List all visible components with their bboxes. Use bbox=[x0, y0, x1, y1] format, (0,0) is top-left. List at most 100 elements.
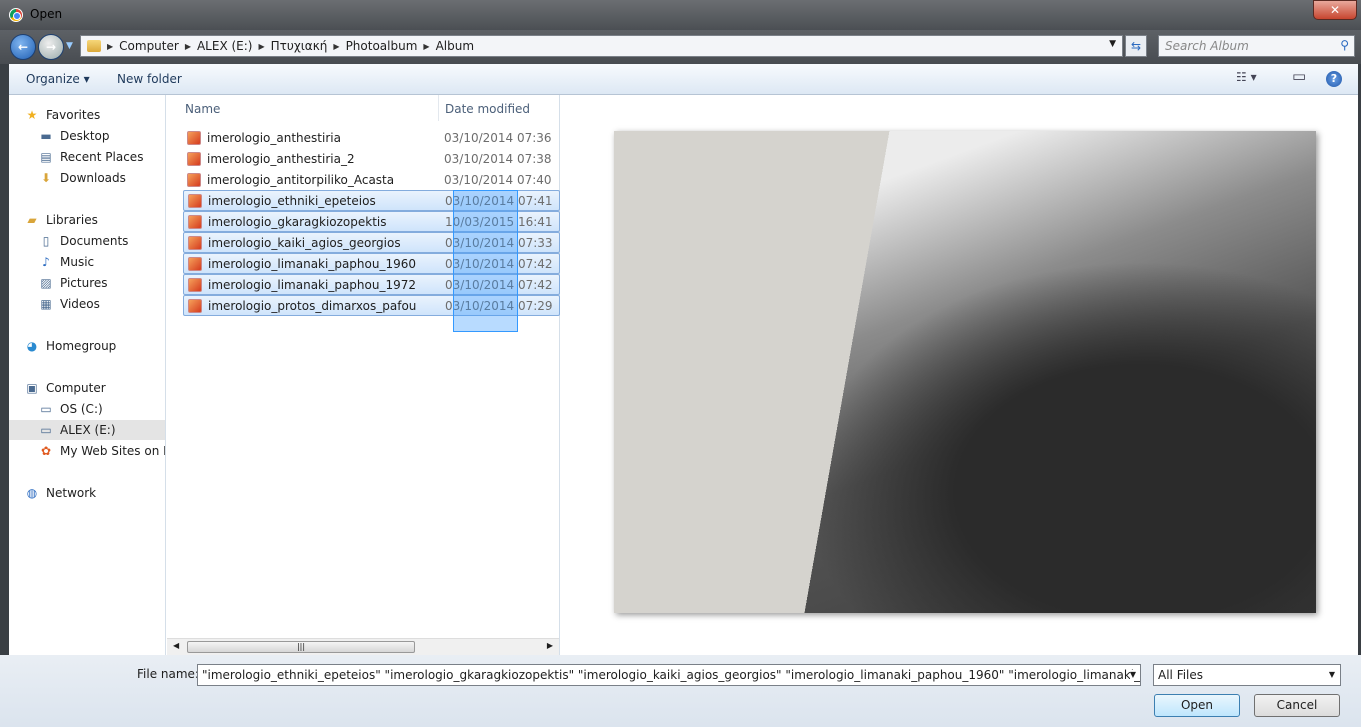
sidebar-item-label: OS (C:) bbox=[60, 402, 103, 416]
sidebar-item-label: Downloads bbox=[60, 171, 126, 185]
sidebar-item-homegroup[interactable]: ◕ Homegroup bbox=[24, 336, 117, 356]
library-icon: ▰ bbox=[27, 213, 37, 227]
sidebar-item-os-c[interactable]: ▭ OS (C:) bbox=[38, 399, 103, 419]
recent-pages-dropdown[interactable]: ▼ bbox=[66, 41, 73, 51]
image-file-icon bbox=[188, 256, 202, 271]
sidebar-item-computer[interactable]: ▣ Computer bbox=[24, 378, 106, 398]
search-icon[interactable]: ⚲ bbox=[1340, 38, 1349, 52]
drive-icon: ▭ bbox=[40, 402, 52, 416]
title-bar: Open ✕ bbox=[0, 0, 1361, 30]
search-input[interactable]: Search Album ⚲ bbox=[1158, 35, 1355, 57]
file-name: imerologio_gkaragkiozopektis bbox=[208, 214, 387, 229]
sidebar-item-downloads[interactable]: ⬇ Downloads bbox=[38, 168, 126, 188]
image-file-icon bbox=[188, 214, 202, 229]
forward-button[interactable]: → bbox=[38, 34, 64, 60]
image-file-icon bbox=[188, 235, 202, 250]
chevron-down-icon[interactable]: ▼ bbox=[1109, 39, 1116, 49]
footer: File name: "imerologio_ethniki_epeteios"… bbox=[0, 655, 1361, 727]
sidebar-item-label: Favorites bbox=[46, 108, 101, 122]
chrome-icon bbox=[9, 8, 23, 22]
sidebar-item-videos[interactable]: ▦ Videos bbox=[38, 294, 100, 314]
file-row[interactable]: imerologio_antitorpiliko_Acasta 03/10/201… bbox=[183, 169, 560, 190]
back-button[interactable]: ← bbox=[10, 34, 36, 60]
music-icon: ♪ bbox=[42, 255, 50, 269]
sidebar-item-label: My Web Sites on MSN bbox=[60, 444, 165, 458]
documents-icon: ▯ bbox=[42, 234, 50, 248]
folder-icon bbox=[87, 40, 101, 52]
organize-button[interactable]: Organize ▾ bbox=[26, 72, 90, 86]
window-title: Open bbox=[30, 7, 63, 21]
view-options-icon[interactable]: ☷ ▾ bbox=[1236, 70, 1257, 84]
sidebar-item-label: Documents bbox=[60, 234, 129, 248]
sidebar-item-libraries[interactable]: ▰ Libraries bbox=[24, 210, 97, 230]
sidebar-item-recent-places[interactable]: ▤ Recent Places bbox=[38, 147, 143, 167]
refresh-button[interactable]: ⇆ bbox=[1125, 35, 1147, 57]
sidebar-item-label: Music bbox=[60, 255, 95, 269]
homegroup-icon: ◕ bbox=[26, 339, 38, 353]
file-name: imerologio_kaiki_agios_georgios bbox=[208, 235, 401, 250]
open-button[interactable]: Open bbox=[1154, 694, 1240, 717]
sidebar-item-label: Computer bbox=[46, 381, 106, 395]
file-name: imerologio_limanaki_paphou_1960 bbox=[208, 256, 417, 271]
breadcrumb-computer[interactable]: Computer bbox=[119, 39, 179, 53]
help-icon[interactable]: ? bbox=[1326, 71, 1342, 87]
image-file-icon bbox=[188, 193, 202, 208]
image-file-icon bbox=[187, 151, 201, 166]
file-date: 03/10/2014 07:40 bbox=[444, 172, 552, 187]
column-date-modified[interactable]: Date modified bbox=[439, 95, 530, 121]
file-date: 03/10/2014 07:38 bbox=[444, 151, 552, 166]
computer-icon: ▣ bbox=[26, 381, 38, 395]
file-row[interactable]: imerologio_anthestiria 03/10/2014 07:36 bbox=[183, 127, 560, 148]
chevron-down-icon[interactable]: ▼ bbox=[1129, 670, 1136, 679]
selection-marquee bbox=[453, 190, 518, 332]
file-name-input[interactable]: "imerologio_ethniki_epeteios" "imerologi… bbox=[197, 664, 1141, 686]
breadcrumb-ptyxiaki[interactable]: Πτυχιακή bbox=[271, 39, 328, 53]
breadcrumb-photoalbum[interactable]: Photoalbum bbox=[346, 39, 418, 53]
desktop-icon: ▬ bbox=[40, 129, 52, 143]
msn-icon: ✿ bbox=[40, 444, 52, 458]
star-icon: ★ bbox=[26, 108, 38, 122]
sidebar-item-desktop[interactable]: ▬ Desktop bbox=[38, 126, 110, 146]
file-row[interactable]: imerologio_anthestiria_2 03/10/2014 07:38 bbox=[183, 148, 560, 169]
file-date: 03/10/2014 07:36 bbox=[444, 130, 552, 145]
recent-icon: ▤ bbox=[40, 150, 52, 164]
drive-icon: ▭ bbox=[40, 423, 52, 437]
file-name: imerologio_anthestiria bbox=[207, 130, 341, 145]
sidebar-item-alex-e[interactable]: ▭ ALEX (E:) bbox=[9, 420, 165, 440]
address-bar[interactable]: ▶ Computer ▶ ALEX (E:) ▶ Πτυχιακή ▶ Photoalb… bbox=[80, 35, 1123, 57]
toolbar: Organize ▾ New folder ☷ ▾ ▭ ? bbox=[9, 64, 1358, 95]
sidebar-item-favorites[interactable]: ★ Favorites bbox=[24, 105, 101, 125]
cancel-button[interactable]: Cancel bbox=[1254, 694, 1340, 717]
sidebar-item-documents[interactable]: ▯ Documents bbox=[38, 231, 129, 251]
file-type-select[interactable]: All Files ▼ bbox=[1153, 664, 1341, 686]
pictures-icon: ▨ bbox=[40, 276, 52, 290]
sidebar-item-label: Videos bbox=[60, 297, 100, 311]
downloads-icon: ⬇ bbox=[40, 171, 52, 185]
file-list: Name Date modified imerologio_anthestiri… bbox=[167, 95, 560, 655]
breadcrumb-album[interactable]: Album bbox=[436, 39, 474, 53]
sidebar-item-network[interactable]: ◍ Network bbox=[24, 483, 96, 503]
sidebar-item-my-web-sites-on-msn[interactable]: ✿ My Web Sites on MSN bbox=[38, 441, 165, 461]
column-name[interactable]: Name bbox=[167, 95, 439, 121]
sidebar-item-label: Desktop bbox=[60, 129, 110, 143]
network-icon: ◍ bbox=[26, 486, 38, 500]
sidebar-item-label: ALEX (E:) bbox=[60, 423, 116, 437]
preview-image bbox=[614, 131, 1316, 613]
sidebar-item-label: Pictures bbox=[60, 276, 108, 290]
breadcrumb-drive[interactable]: ALEX (E:) bbox=[197, 39, 253, 53]
sidebar-item-label: Network bbox=[46, 486, 97, 500]
sidebar-item-pictures[interactable]: ▨ Pictures bbox=[38, 273, 108, 293]
close-button[interactable]: ✕ bbox=[1313, 0, 1357, 20]
image-file-icon bbox=[187, 130, 201, 145]
horizontal-scrollbar[interactable]: ◀ ||| ▶ bbox=[167, 638, 559, 655]
image-file-icon bbox=[187, 172, 201, 187]
file-name: imerologio_protos_dimarxos_pafou bbox=[208, 298, 417, 313]
sidebar-item-label: Homegroup bbox=[46, 339, 117, 353]
file-name: imerologio_ethniki_epeteios bbox=[208, 193, 376, 208]
preview-pane-icon[interactable]: ▭ bbox=[1292, 67, 1306, 85]
new-folder-button[interactable]: New folder bbox=[117, 72, 182, 86]
sidebar-item-music[interactable]: ♪ Music bbox=[38, 252, 94, 272]
file-name: imerologio_anthestiria_2 bbox=[207, 151, 355, 166]
file-name: imerologio_antitorpiliko_Acasta bbox=[207, 172, 395, 187]
file-name: imerologio_limanaki_paphou_1972 bbox=[208, 277, 417, 292]
